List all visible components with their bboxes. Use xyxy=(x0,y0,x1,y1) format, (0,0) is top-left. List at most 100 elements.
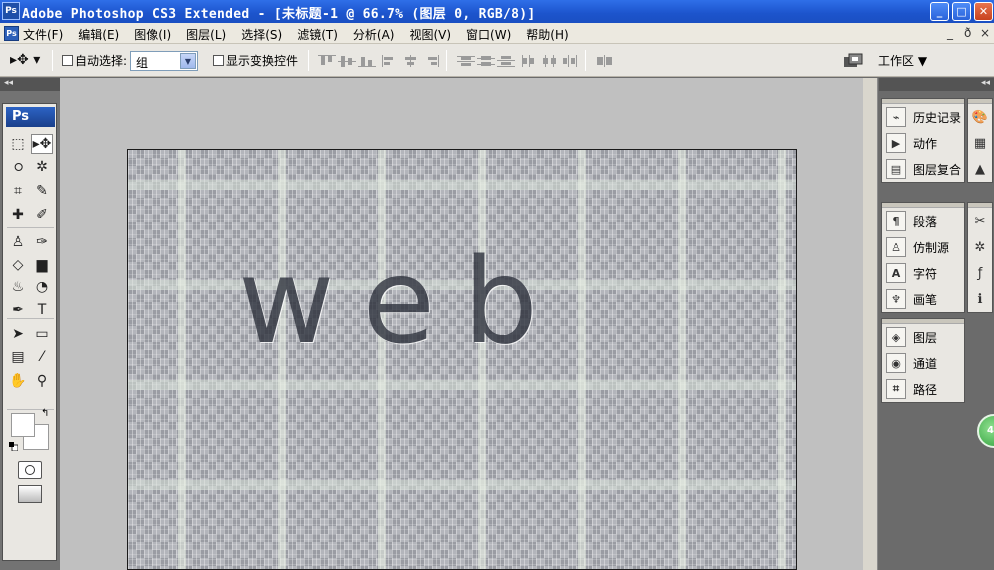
crop-tool-icon[interactable]: ⌗ xyxy=(7,181,29,201)
document-icon[interactable]: Ps xyxy=(4,26,19,41)
menu-item-4[interactable]: 选择(S) xyxy=(241,26,288,43)
panel-shortcut-icon[interactable]: ℹ xyxy=(968,286,992,312)
auto-align-layers-icon[interactable] xyxy=(595,55,613,67)
dock-scrollbar[interactable] xyxy=(863,78,878,570)
default-colors-icon[interactable] xyxy=(9,442,18,451)
align-right-icon[interactable] xyxy=(422,55,440,67)
brush-tool-icon[interactable]: ✐ xyxy=(31,205,53,225)
panel-label: 历史记录 xyxy=(913,110,962,125)
collapse-arrows-icon[interactable]: ◂◂ xyxy=(0,78,60,91)
title-bar: Ps Adobe Photoshop CS3 Extended - [未标题-1… xyxy=(0,0,994,23)
panel-tab-group2-3[interactable]: ♆ 画笔 xyxy=(882,286,964,312)
chevron-down-icon[interactable]: ▼ xyxy=(180,53,196,69)
menu-item-5[interactable]: 滤镜(T) xyxy=(297,26,344,43)
menu-item-6[interactable]: 分析(A) xyxy=(353,26,401,43)
panel-tab-group3-1[interactable]: ◉ 通道 xyxy=(882,350,964,376)
hand-tool-icon[interactable]: ✋ xyxy=(7,371,29,391)
panel-tab-group3-0[interactable]: ◈ 图层 xyxy=(882,324,964,350)
panel-label: 图层复合 xyxy=(913,162,962,177)
rectangular-marquee-tool-icon[interactable]: ⬚ xyxy=(7,134,29,154)
menu-item-1[interactable]: 编辑(E) xyxy=(78,26,125,43)
options-bar: ▸✥ ▾ 自动选择: 组 ▼ 显示变换控件 工作区 ▼ xyxy=(0,44,994,77)
pen-tool-icon[interactable]: ✒ xyxy=(7,300,29,320)
healing-brush-tool-icon[interactable]: ✚ xyxy=(7,205,29,225)
foreground-color-swatch[interactable] xyxy=(11,413,35,437)
panel-tab-group2-2[interactable]: A 字符 xyxy=(882,260,964,286)
document-restore-button[interactable]: ð xyxy=(964,26,971,40)
panel-shortcut-icon[interactable]: ✲ xyxy=(968,234,992,260)
menu-item-0[interactable]: 文件(F) xyxy=(23,26,69,43)
menu-item-3[interactable]: 图层(L) xyxy=(186,26,232,43)
distribute-top-icon[interactable] xyxy=(457,55,475,67)
distribute-vertical-center-icon[interactable] xyxy=(477,55,495,67)
zoom-tool-icon[interactable]: ⚲ xyxy=(31,371,53,391)
path-selection-tool-icon[interactable]: ➤ xyxy=(7,324,29,344)
workspace-button[interactable]: 工作区 ▼ xyxy=(878,52,927,69)
lasso-tool-icon[interactable]: ഠ xyxy=(7,157,29,177)
menu-item-7[interactable]: 视图(V) xyxy=(409,26,457,43)
panel-tab-group1-2[interactable]: ▤ 图层复合 xyxy=(882,156,964,182)
menu-item-2[interactable]: 图像(I) xyxy=(134,26,177,43)
auto-select-dropdown[interactable]: 组 ▼ xyxy=(130,51,198,71)
panel-label: 路径 xyxy=(913,382,938,397)
panel-tab-group2-0[interactable]: ¶ 段落 xyxy=(882,208,964,234)
panel-icon: ♆ xyxy=(886,289,906,309)
auto-select-checkbox[interactable] xyxy=(62,55,73,66)
panel-label: 仿制源 xyxy=(913,240,950,255)
panel-shortcut-icon[interactable]: ƒ xyxy=(968,260,992,286)
maximize-button[interactable]: □ xyxy=(952,2,971,21)
menu-item-8[interactable]: 窗口(W) xyxy=(466,26,517,43)
swap-colors-icon[interactable]: ↰ xyxy=(41,408,49,419)
type-tool-icon[interactable]: T xyxy=(31,300,53,320)
close-button[interactable]: ✕ xyxy=(974,2,993,21)
panel-shortcut-icon[interactable]: ▲ xyxy=(968,156,992,182)
panel-label: 图层 xyxy=(913,330,938,345)
blur-tool-icon[interactable]: ♨ xyxy=(7,277,29,297)
align-top-icon[interactable] xyxy=(318,55,336,67)
menu-item-9[interactable]: 帮助(H) xyxy=(526,26,574,43)
panel-shortcut-icon[interactable]: ✂ xyxy=(968,208,992,234)
tool-preset-picker[interactable]: ▸✥ ▾ xyxy=(10,52,44,70)
document-minimize-button[interactable]: _ xyxy=(947,26,953,40)
quick-mask-icon[interactable] xyxy=(18,461,42,479)
canvas-text-layer[interactable]: web xyxy=(238,242,566,360)
panel-tab-group1-0[interactable]: ⌁ 历史记录 xyxy=(882,104,964,130)
slice-tool-icon[interactable]: ✎ xyxy=(31,181,53,201)
distribute-bottom-icon[interactable] xyxy=(497,55,515,67)
document-close-button[interactable]: × xyxy=(980,26,990,40)
panel-tab-group1-1[interactable]: ▶ 动作 xyxy=(882,130,964,156)
gradient-tool-icon[interactable]: ▆ xyxy=(31,255,53,275)
distribute-right-icon[interactable] xyxy=(561,55,579,67)
panel-shortcut-icon[interactable]: 🎨 xyxy=(968,104,992,130)
photoshop-logo[interactable]: Ps xyxy=(6,107,55,127)
expand-arrows-icon[interactable]: ◂◂ xyxy=(879,78,994,91)
panel-shortcut-icon[interactable]: ▦ xyxy=(968,130,992,156)
eyedropper-tool-icon[interactable]: ⁄ xyxy=(31,347,53,367)
panel-icon: ⌁ xyxy=(886,107,906,127)
eraser-tool-icon[interactable]: ◇ xyxy=(7,255,29,275)
magic-wand-tool-icon[interactable]: ✲ xyxy=(31,157,53,177)
panel-group-text: ¶ 段落 ♙ 仿制源 A 字符 ♆ 画笔 xyxy=(881,202,965,313)
align-bottom-icon[interactable] xyxy=(358,55,376,67)
document-canvas[interactable]: web xyxy=(127,149,797,570)
minimize-button[interactable]: _ xyxy=(930,2,949,21)
screen-mode-icon[interactable] xyxy=(18,485,42,503)
clone-stamp-tool-icon[interactable]: ♙ xyxy=(7,232,29,252)
panel-tab-group2-1[interactable]: ♙ 仿制源 xyxy=(882,234,964,260)
history-brush-tool-icon[interactable]: ✑ xyxy=(31,232,53,252)
shape-tool-icon[interactable]: ▭ xyxy=(31,324,53,344)
align-horizontal-center-icon[interactable] xyxy=(402,55,420,67)
show-transform-checkbox[interactable] xyxy=(213,55,224,66)
dodge-tool-icon[interactable]: ◔ xyxy=(31,277,53,297)
align-left-icon[interactable] xyxy=(382,55,400,67)
distribute-left-icon[interactable] xyxy=(521,55,539,67)
panel-icon: ◈ xyxy=(886,327,906,347)
photoshop-app-icon[interactable]: Ps xyxy=(2,2,20,20)
bridge-icon[interactable] xyxy=(843,53,863,69)
notes-tool-icon[interactable]: ▤ xyxy=(7,347,29,367)
align-vertical-center-icon[interactable] xyxy=(338,55,356,67)
panel-icon: ▤ xyxy=(886,159,906,179)
distribute-horizontal-center-icon[interactable] xyxy=(541,55,559,67)
panel-tab-group3-2[interactable]: ⌗ 路径 xyxy=(882,376,964,402)
move-tool-icon[interactable]: ▸✥ xyxy=(31,134,53,154)
